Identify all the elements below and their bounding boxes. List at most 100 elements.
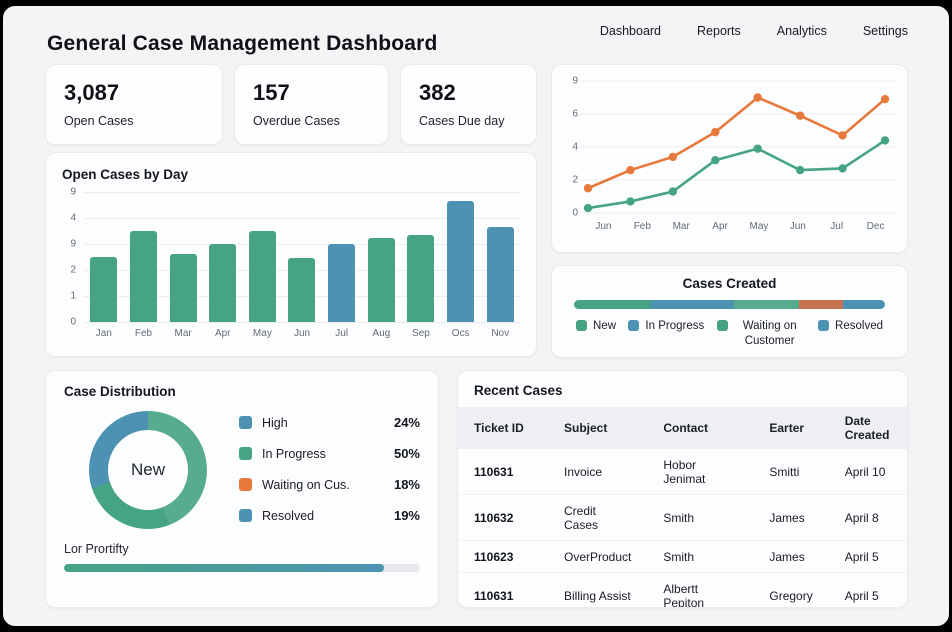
legend-swatch — [628, 320, 640, 331]
top-nav: Dashboard Reports Analytics Settings — [600, 24, 908, 38]
nav-item-settings[interactable]: Settings — [863, 24, 908, 38]
table-cell: 110632 — [458, 494, 548, 541]
table-cell: April 8 — [828, 494, 907, 541]
left-column: 3,087 Open Cases 157 Overdue Cases 382 Cases … — [45, 64, 537, 358]
upper-orange-series-point — [668, 152, 678, 162]
column-header-ticket-id: Ticket ID — [458, 407, 548, 449]
table-row[interactable]: 110631 Billing Assist Albertt Pepiton Grego… — [458, 572, 907, 607]
x-tick-label: Nov — [491, 328, 510, 339]
stacked-segment-4 — [799, 300, 843, 309]
column-header-subject: Subject — [548, 407, 648, 449]
legend-item-in-progress: In Progress — [628, 319, 704, 349]
x-tick-label: Feb — [134, 328, 153, 339]
legend-label: In Progress — [645, 320, 705, 332]
x-tick-label: Jun — [293, 328, 311, 339]
y-tick-label: 9 — [70, 238, 76, 250]
legend-label: Waiting on Cus. — [262, 477, 350, 492]
upper-orange-series-point — [838, 131, 847, 140]
table-cell: Smith — [647, 494, 754, 541]
legend-label: Resolved — [835, 320, 883, 332]
nav-item-dashboard[interactable]: Dashboard — [600, 24, 661, 38]
legend-swatch — [239, 509, 252, 522]
lower-green-series-point — [838, 164, 847, 173]
recent-cases-card: Recent Cases Ticket ID Subject Contact Eart… — [457, 370, 908, 608]
line-chart-x-axis: Jun Feb Mar Apr May Jun Jul Dec — [584, 221, 895, 232]
legend-label: New — [593, 320, 617, 332]
case-distribution-legend: High 24% In Progress 50% Waiting on Cus. 18% R… — [239, 411, 420, 529]
nav-item-analytics[interactable]: Analytics — [777, 24, 827, 38]
stacked-segment-1 — [574, 300, 651, 309]
x-tick-label: Jan — [95, 328, 112, 339]
bar-jun — [288, 258, 316, 322]
x-tick-label: Sep — [412, 328, 430, 339]
table-cell: Smitti — [769, 464, 800, 479]
x-tick-label: Jun — [789, 221, 806, 232]
legend-swatch — [239, 478, 252, 491]
case-distribution-body: New High 24% In Progress 50% Waiting on Cus.… — [64, 411, 420, 529]
legend-item-new: New — [576, 319, 616, 349]
table-body: 110631 Invoice Hobor Jenimat Smitti April 10… — [458, 449, 907, 607]
table-cell: 110631 — [474, 464, 514, 479]
bar-chart: 9 4 9 2 1 0 — [62, 187, 520, 328]
legend-value: 18% — [393, 477, 420, 492]
column-header-contact: Contact — [647, 407, 754, 449]
table-row[interactable]: 110631 Invoice Hobor Jenimat Smitti April 10 — [458, 449, 907, 495]
top-section: 3,087 Open Cases 157 Overdue Cases 382 Cases … — [45, 64, 908, 358]
legend-label: Resolved — [262, 508, 315, 523]
x-tick-label: Apr — [214, 328, 231, 339]
legend-value: 19% — [393, 508, 420, 523]
page-title: General Case Management Dashboard — [47, 32, 438, 55]
bar-ocs — [446, 201, 474, 322]
legend-swatch — [818, 320, 830, 331]
nav-item-reports[interactable]: Reports — [697, 24, 741, 38]
y-tick-label: 9 — [572, 75, 578, 87]
case-distribution-card: Case Distribution New High 24% In Progress… — [45, 370, 439, 608]
table-cell: Albertt Pepiton — [647, 572, 754, 607]
table-cell: April 5 — [828, 540, 907, 573]
stat-label: Overdue Cases — [253, 114, 340, 128]
open-cases-by-day-card: Open Cases by Day 9 4 9 2 1 0 Jan Feb Mar Apr May… — [45, 152, 537, 357]
x-tick-label: May — [252, 328, 272, 339]
upper-orange-series-point — [711, 127, 720, 137]
line-chart-y-axis: 9 6 4 2 0 — [564, 75, 580, 218]
legend-label: In Progress — [262, 446, 326, 461]
bar-jul — [328, 244, 356, 322]
cases-created-title: Cases Created — [682, 276, 777, 291]
y-tick-label: 4 — [70, 212, 76, 224]
upper-orange-series-point — [753, 93, 762, 102]
column-header-earter: Earter — [753, 407, 829, 449]
column-header-date-created: Date Created — [828, 407, 907, 449]
table-cell: Billing Assist — [548, 572, 648, 607]
recent-cases-table: Ticket ID Subject Contact Earter Date Create… — [458, 407, 907, 607]
table-cell: Invoice — [564, 464, 603, 479]
table-row[interactable]: 110632 Credit Cases Smith James April 8 — [458, 494, 907, 541]
x-tick-label: Jul — [335, 328, 349, 339]
table-cell: James — [753, 540, 829, 573]
legend-item-waiting-on-customer: Waiting on Customer — [716, 319, 806, 349]
x-tick-label: Mar — [672, 221, 690, 232]
table-cell: OverProduct — [548, 540, 648, 573]
lower-green-series-point — [668, 187, 678, 196]
table-header-row: Ticket ID Subject Contact Earter Date Create… — [458, 407, 907, 449]
legend-swatch — [716, 320, 728, 331]
legend-value: 50% — [393, 446, 420, 461]
y-tick-label: 6 — [572, 108, 578, 120]
bar-mar — [169, 254, 197, 322]
stats-row: 3,087 Open Cases 157 Overdue Cases 382 Cases … — [45, 64, 537, 145]
dist-legend-item-high: High 24% — [239, 415, 420, 430]
legend-value: 24% — [393, 415, 420, 430]
upper-orange-series-point — [795, 111, 805, 120]
right-column: 9 6 4 2 0 Jun Feb Mar Apr May Jun Jul Dec Cases Cre… — [551, 64, 908, 358]
y-tick-label: 4 — [572, 141, 578, 153]
upper-orange-series-line — [587, 96, 886, 190]
x-tick-label: Mar — [174, 328, 192, 339]
bar-sep — [407, 234, 435, 322]
progress-label: Lor Prortifty — [64, 542, 129, 556]
stacked-segment-3 — [734, 300, 800, 309]
table-row[interactable]: 110623 OverProduct Smith James April 5 — [458, 540, 907, 573]
table-cell: Gregory — [753, 572, 829, 607]
dist-legend-item-waiting-on-cus-: Waiting on Cus. 18% — [239, 477, 420, 492]
table-cell: 110623 — [458, 540, 548, 573]
lower-green-series-point — [626, 197, 635, 206]
stat-card-1: 3,087 Open Cases — [45, 64, 223, 145]
